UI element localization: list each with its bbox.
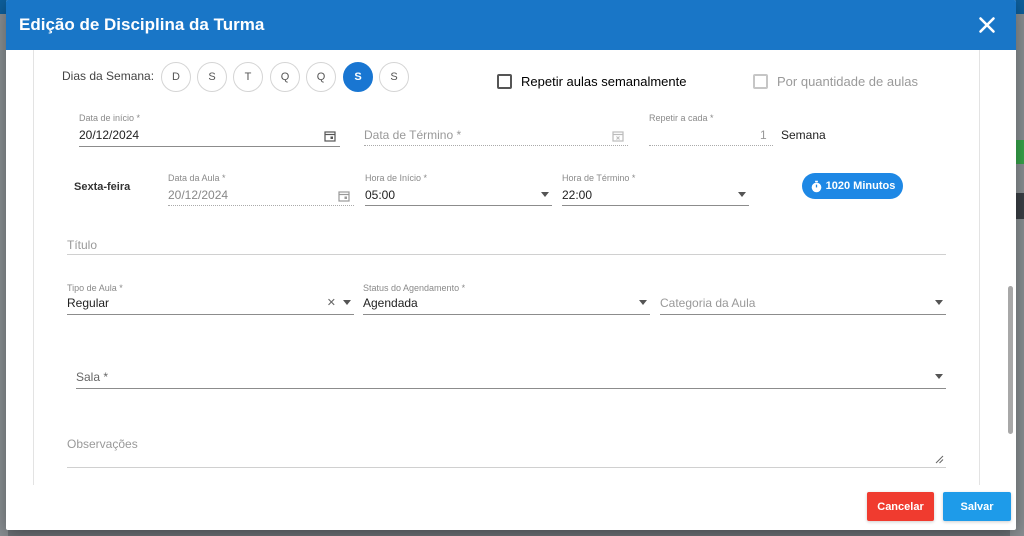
- title-placeholder: Título: [67, 238, 98, 252]
- by-quantity-label: Por quantidade de aulas: [777, 74, 918, 89]
- schedule-status-select[interactable]: Status do Agendamento * Agendada: [363, 283, 650, 315]
- day-monday[interactable]: S: [197, 62, 227, 92]
- dialog-title: Edição de Disciplina da Turma: [19, 15, 265, 34]
- stopwatch-icon: [811, 180, 821, 192]
- chevron-down-icon: [935, 374, 943, 379]
- scrollbar[interactable]: [1008, 286, 1013, 434]
- class-type-label: Tipo de Aula *: [67, 283, 123, 293]
- class-category-select[interactable]: Categoria da Aula: [660, 283, 946, 315]
- start-time-select[interactable]: Hora de Início * 05:00: [365, 173, 552, 207]
- background-dark-strip: [1016, 193, 1024, 219]
- room-select[interactable]: Sala *: [76, 368, 946, 390]
- repeat-every-value: 1: [760, 128, 767, 142]
- class-type-value: Regular: [67, 296, 110, 310]
- checkbox-box: [497, 74, 512, 89]
- duration-badge: 1020 Minutos: [802, 173, 903, 199]
- close-button[interactable]: [974, 12, 1000, 38]
- class-type-select[interactable]: Tipo de Aula * Regular ✕: [67, 283, 354, 315]
- start-date-label: Data de início *: [79, 113, 141, 123]
- title-input[interactable]: Título: [67, 236, 946, 256]
- days-of-week-label: Dias da Semana:: [62, 69, 155, 83]
- schedule-status-underline: [363, 314, 650, 315]
- class-date-label: Data da Aula *: [168, 173, 226, 183]
- end-date-underline: [364, 145, 628, 146]
- background-green-button: [1016, 140, 1024, 164]
- schedule-status-value: Agendada: [363, 296, 418, 310]
- room-placeholder: Sala *: [76, 370, 109, 384]
- repeat-every-underline: [649, 145, 773, 146]
- day-thursday[interactable]: Q: [306, 62, 336, 92]
- end-date-placeholder: Data de Término *: [364, 128, 462, 142]
- repeat-every-label: Repetir a cada *: [649, 113, 714, 123]
- chevron-down-icon: [541, 192, 549, 197]
- class-category-placeholder: Categoria da Aula: [660, 296, 756, 310]
- end-time-select[interactable]: Hora de Término * 22:00: [562, 173, 749, 207]
- duration-text: 1020 Minutos: [825, 180, 896, 192]
- day-wednesday[interactable]: Q: [270, 62, 300, 92]
- start-time-underline: [365, 205, 552, 206]
- notes-underline: [67, 467, 946, 468]
- calendar-icon[interactable]: [324, 130, 336, 142]
- clear-icon[interactable]: ✕: [327, 296, 336, 309]
- day-tuesday[interactable]: T: [233, 62, 263, 92]
- repeat-weekly-checkbox[interactable]: Repetir aulas semanalmente: [497, 74, 686, 89]
- end-date-field[interactable]: Data de Término *: [364, 113, 628, 147]
- chevron-down-icon: [935, 300, 943, 305]
- notes-placeholder: Observações: [67, 437, 138, 451]
- schedule-status-label: Status do Agendamento *: [363, 283, 466, 293]
- class-category-underline: [660, 314, 946, 315]
- notes-textarea[interactable]: Observações: [67, 436, 946, 468]
- checkbox-box: [753, 74, 768, 89]
- start-date-field[interactable]: Data de início * 20/12/2024: [79, 113, 340, 147]
- by-quantity-checkbox: Por quantidade de aulas: [753, 74, 918, 89]
- end-time-value: 22:00: [562, 188, 593, 202]
- day-sunday[interactable]: D: [161, 62, 191, 92]
- day-friday[interactable]: S: [343, 62, 373, 92]
- repeat-weekly-label: Repetir aulas semanalmente: [521, 74, 687, 89]
- start-time-label: Hora de Início *: [365, 173, 428, 183]
- resize-handle-icon[interactable]: [935, 455, 944, 464]
- calendar-icon: [338, 191, 350, 202]
- class-type-underline: [67, 314, 354, 315]
- calendar-icon[interactable]: [612, 130, 624, 142]
- chevron-down-icon: [343, 300, 351, 305]
- dialog-header: Edição de Disciplina da Turma: [6, 0, 1016, 50]
- start-date-underline: [79, 146, 340, 147]
- room-underline: [76, 388, 946, 389]
- end-time-underline: [562, 205, 749, 206]
- cancel-button[interactable]: Cancelar: [867, 492, 934, 521]
- start-time-value: 05:00: [365, 188, 396, 202]
- repeat-every-field[interactable]: Repetir a cada *: [649, 113, 773, 147]
- class-date-field: Data da Aula * 20/12/2024: [168, 173, 354, 207]
- save-button[interactable]: Salvar: [943, 492, 1011, 521]
- weekday-name: Sexta-feira: [74, 181, 131, 193]
- day-saturday[interactable]: S: [379, 62, 409, 92]
- chevron-down-icon: [639, 300, 647, 305]
- start-date-value: 20/12/2024: [79, 128, 140, 142]
- close-icon: [979, 17, 995, 33]
- chevron-down-icon: [738, 192, 746, 197]
- end-time-label: Hora de Término *: [562, 173, 636, 183]
- title-underline: [67, 254, 946, 255]
- class-date-underline: [168, 205, 354, 206]
- repeat-unit: Semana: [781, 128, 826, 142]
- class-date-value: 20/12/2024: [168, 188, 229, 202]
